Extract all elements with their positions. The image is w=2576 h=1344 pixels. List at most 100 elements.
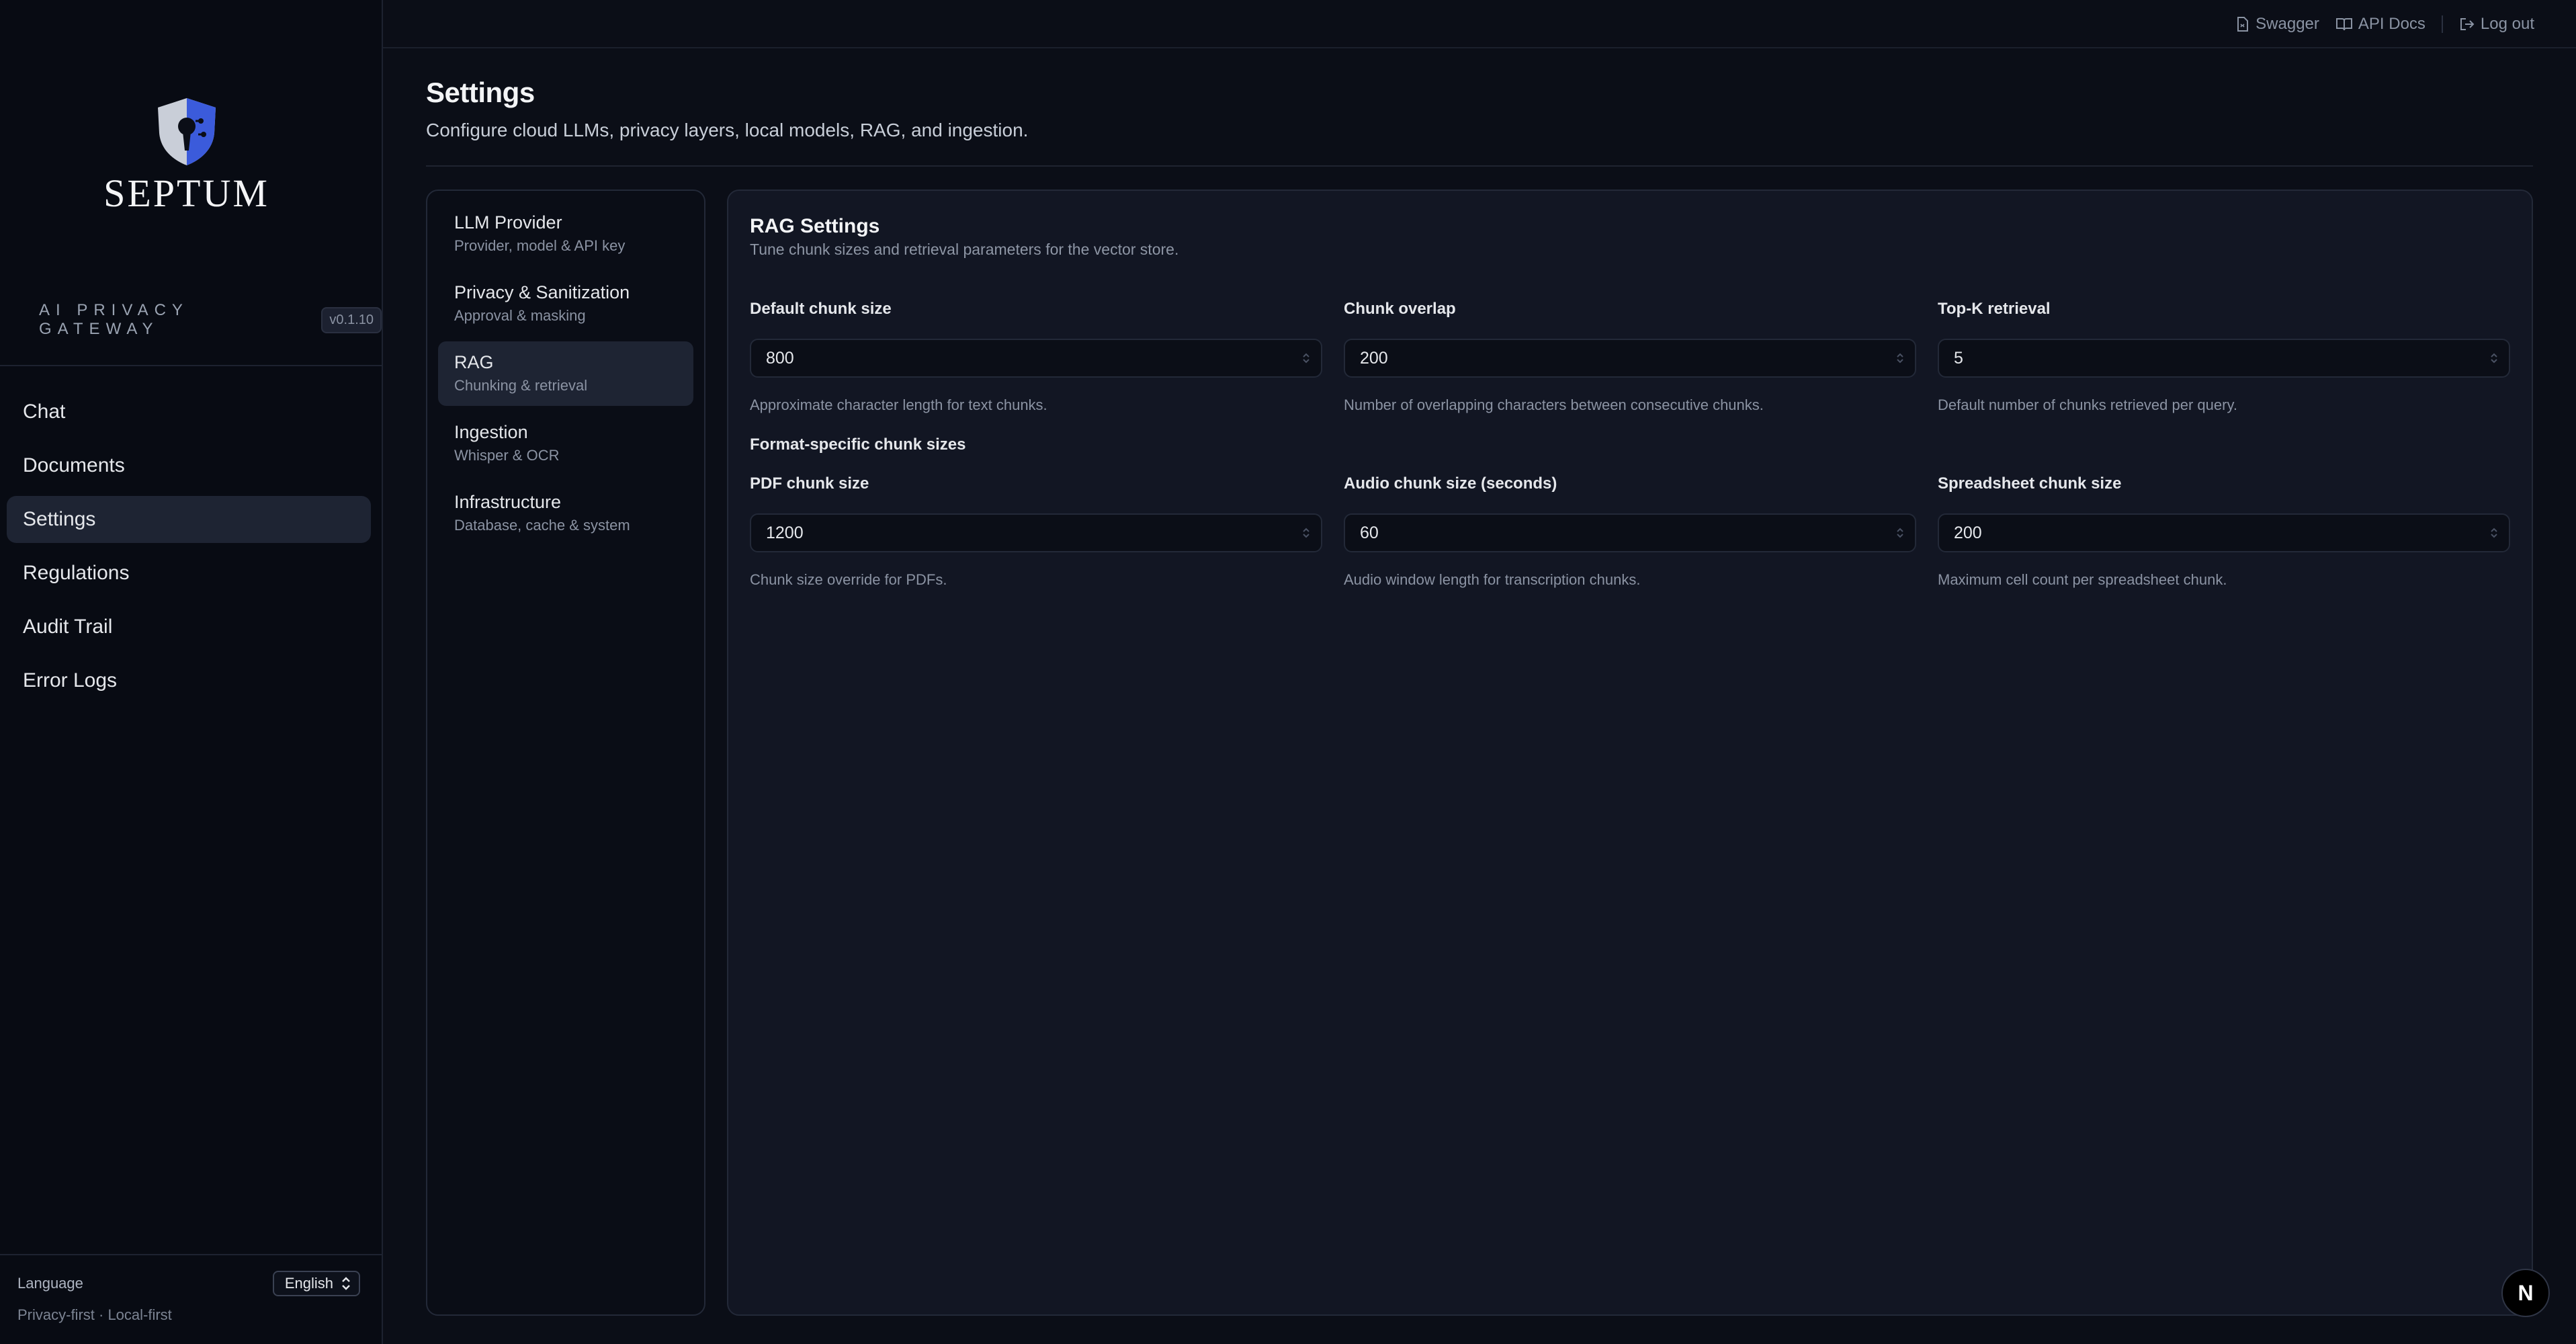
logout-icon	[2460, 18, 2475, 30]
shield-logo-icon	[157, 98, 216, 165]
top-links: Swagger API Docs Log out	[2235, 0, 2534, 48]
field-label: PDF chunk size	[750, 474, 869, 493]
default-chunk-size-input[interactable]: 800	[750, 339, 1322, 378]
language-label: Language	[17, 1275, 83, 1292]
settings-nav: LLM Provider Provider, model & API key P…	[426, 190, 705, 1316]
settings-tab-title: RAG	[454, 352, 494, 372]
settings-tab-privacy[interactable]: Privacy & Sanitization Approval & maskin…	[438, 271, 693, 336]
page-divider	[426, 165, 2533, 167]
topbar-separator	[2441, 15, 2443, 33]
settings-tab-infrastructure[interactable]: Infrastructure Database, cache & system	[438, 481, 693, 546]
version-badge: v0.1.10	[321, 306, 382, 333]
sidebar-item-label: Documents	[23, 454, 125, 476]
field-help: Number of overlapping characters between…	[1344, 396, 1764, 413]
field-value: 200	[1360, 348, 1388, 368]
settings-tab-subtitle: Provider, model & API key	[454, 237, 626, 254]
field-help: Default number of chunks retrieved per q…	[1938, 396, 2237, 413]
settings-tab-ingestion[interactable]: Ingestion Whisper & OCR	[438, 411, 693, 476]
settings-tab-subtitle: Whisper & OCR	[454, 447, 560, 464]
panel-title: RAG Settings	[750, 215, 880, 237]
logout-button[interactable]: Log out	[2459, 15, 2534, 34]
settings-tab-title: Infrastructure	[454, 492, 562, 512]
language-value: English	[284, 1275, 333, 1292]
api-docs-link[interactable]: API Docs	[2335, 15, 2425, 34]
logo: SEPTUM	[0, 94, 373, 216]
field-help: Approximate character length for text ch…	[750, 396, 1047, 413]
sidebar-item-label: Settings	[23, 508, 96, 530]
sidebar-item-label: Chat	[23, 401, 66, 423]
field-label: Spreadsheet chunk size	[1938, 474, 2122, 493]
field-value: 1200	[766, 523, 804, 542]
field-label: Audio chunk size (seconds)	[1344, 474, 1557, 493]
field-value: 200	[1954, 523, 1982, 542]
field-help: Chunk size override for PDFs.	[750, 571, 947, 588]
sidebar-item-chat[interactable]: Chat	[7, 388, 371, 435]
field-help: Maximum cell count per spreadsheet chunk…	[1938, 571, 2227, 588]
field-help: Audio window length for transcription ch…	[1344, 571, 1641, 588]
settings-tab-subtitle: Approval & masking	[454, 307, 586, 324]
audio-chunk-size-field: Audio chunk size (seconds) 60 Audio wind…	[1344, 474, 1916, 589]
spreadsheet-chunk-size-input[interactable]: 200	[1938, 513, 2510, 552]
sidebar: SEPTUM AI PRIVACY GATEWAY v0.1.10 Chat D…	[0, 0, 383, 1344]
sidebar-bottom-divider	[0, 1254, 382, 1255]
stepper-icon[interactable]	[1302, 526, 1310, 540]
stepper-icon[interactable]	[1302, 351, 1310, 365]
sidebar-divider	[0, 365, 382, 366]
logout-label: Log out	[2480, 15, 2534, 33]
settings-tab-rag[interactable]: RAG Chunking & retrieval	[438, 341, 693, 406]
field-label: Top-K retrieval	[1938, 300, 2051, 318]
field-value: 60	[1360, 523, 1379, 542]
chunk-overlap-input[interactable]: 200	[1344, 339, 1916, 378]
top-k-retrieval-field: Top-K retrieval 5 Default number of chun…	[1938, 300, 2510, 414]
sidebar-item-audit-trail[interactable]: Audit Trail	[7, 603, 371, 650]
pdf-chunk-size-field: PDF chunk size 1200 Chunk size override …	[750, 474, 1322, 589]
api-docs-label: API Docs	[2358, 15, 2425, 33]
page-title: Settings	[426, 77, 535, 108]
sidebar-item-settings[interactable]: Settings	[7, 496, 371, 543]
audio-chunk-size-input[interactable]: 60	[1344, 513, 1916, 552]
language-row: Language English	[17, 1269, 360, 1298]
topbar: Swagger API Docs Log out	[383, 0, 2576, 48]
field-label: Default chunk size	[750, 300, 892, 318]
spreadsheet-chunk-size-field: Spreadsheet chunk size 200 Maximum cell …	[1938, 474, 2510, 589]
settings-tab-title: Privacy & Sanitization	[454, 282, 630, 302]
logo-text: SEPTUM	[103, 171, 269, 215]
stepper-icon[interactable]	[2490, 351, 2498, 365]
section-title: Format-specific chunk sizes	[750, 435, 966, 454]
stepper-icon[interactable]	[2490, 526, 2498, 540]
file-icon	[2237, 17, 2249, 32]
language-select[interactable]: English	[272, 1271, 360, 1296]
footer-note: Privacy-first · Local-first	[17, 1306, 172, 1323]
settings-tab-llm-provider[interactable]: LLM Provider Provider, model & API key	[438, 202, 693, 266]
settings-tab-title: Ingestion	[454, 422, 528, 442]
field-value: 800	[766, 348, 794, 368]
swagger-label: Swagger	[2256, 15, 2319, 33]
sidebar-item-label: Error Logs	[23, 669, 118, 691]
field-value: 5	[1954, 348, 1963, 368]
top-k-retrieval-input[interactable]: 5	[1938, 339, 2510, 378]
page-subtitle: Configure cloud LLMs, privacy layers, lo…	[426, 120, 1029, 140]
settings-tab-subtitle: Chunking & retrieval	[454, 377, 588, 394]
sidebar-item-documents[interactable]: Documents	[7, 442, 371, 489]
stepper-icon[interactable]	[1896, 351, 1904, 365]
book-icon	[2335, 18, 2352, 31]
pdf-chunk-size-input[interactable]: 1200	[750, 513, 1322, 552]
sidebar-item-label: Regulations	[23, 562, 130, 584]
next-dev-indicator-button[interactable]: N	[2501, 1269, 2550, 1317]
stepper-icon[interactable]	[1896, 526, 1904, 540]
chevron-updown-icon	[342, 1277, 350, 1290]
sidebar-item-label: Audit Trail	[23, 616, 113, 638]
rag-settings-panel: RAG Settings Tune chunk sizes and retrie…	[727, 190, 2533, 1316]
field-label: Chunk overlap	[1344, 300, 1456, 318]
tagline-row: AI PRIVACY GATEWAY v0.1.10	[39, 301, 382, 338]
fab-label: N	[2518, 1280, 2534, 1305]
settings-tab-title: LLM Provider	[454, 212, 562, 233]
swagger-link[interactable]: Swagger	[2235, 15, 2319, 34]
panel-subtitle: Tune chunk sizes and retrieval parameter…	[750, 241, 1179, 258]
sidebar-item-error-logs[interactable]: Error Logs	[7, 657, 371, 704]
tagline: AI PRIVACY GATEWAY	[39, 301, 189, 338]
settings-tab-subtitle: Database, cache & system	[454, 517, 630, 534]
chunk-overlap-field: Chunk overlap 200 Number of overlapping …	[1344, 300, 1916, 414]
app-root: SEPTUM AI PRIVACY GATEWAY v0.1.10 Chat D…	[0, 0, 2576, 1344]
sidebar-item-regulations[interactable]: Regulations	[7, 550, 371, 597]
